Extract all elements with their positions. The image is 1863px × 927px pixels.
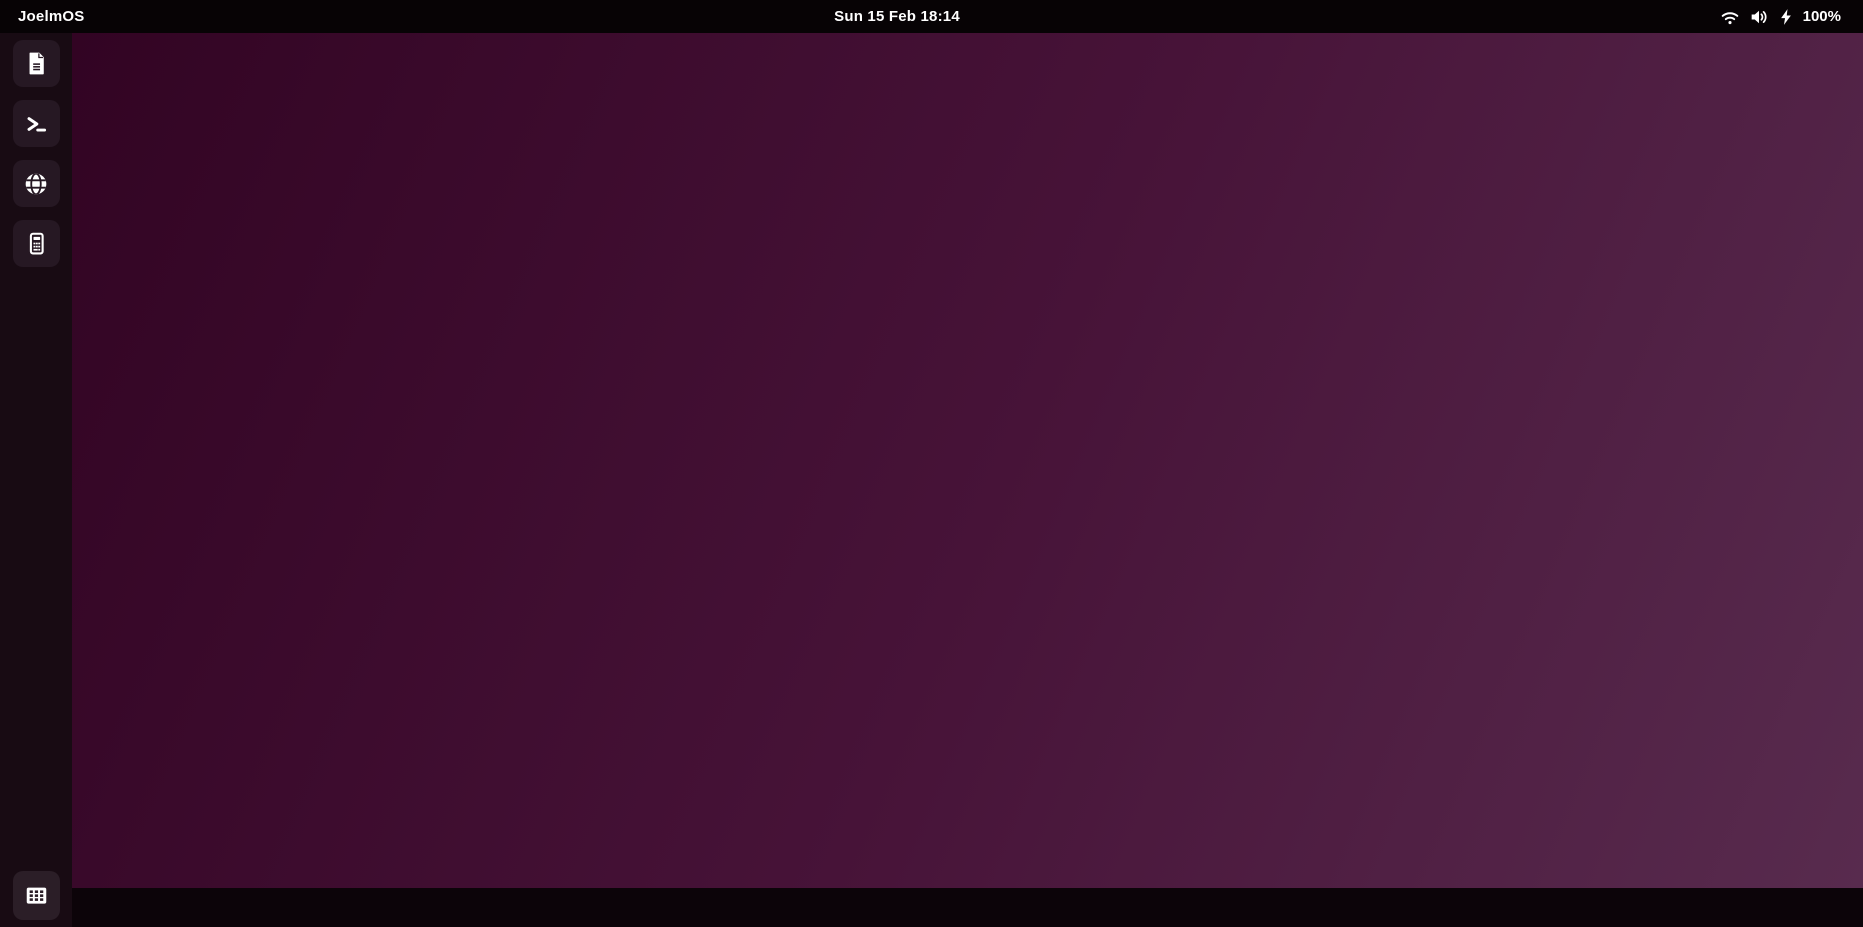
desktop-screen: JoelmOS Sun 15 Feb 18:14 100%	[0, 0, 1863, 927]
battery-percentage: 100%	[1802, 8, 1841, 25]
dock-item-calculator[interactable]	[12, 220, 60, 267]
system-status-area[interactable]: 100%	[1713, 0, 1847, 33]
dock	[0, 33, 72, 927]
calculator-icon	[23, 230, 50, 257]
desktop-wallpaper[interactable]	[72, 33, 1863, 888]
apps-grid-icon	[23, 882, 50, 909]
terminal-icon	[22, 110, 50, 138]
volume-icon	[1748, 6, 1770, 28]
top-bar: JoelmOS Sun 15 Feb 18:14 100%	[0, 0, 1863, 33]
active-app-menu[interactable]: JoelmOS	[18, 0, 84, 33]
wifi-icon	[1719, 6, 1741, 28]
charging-bolt-icon	[1777, 7, 1795, 27]
document-icon	[23, 50, 50, 77]
dock-item-browser[interactable]	[12, 160, 60, 207]
clock-menu[interactable]: Sun 15 Feb 18:14	[824, 0, 970, 33]
dock-item-terminal[interactable]	[12, 100, 60, 147]
dock-item-text-editor[interactable]	[12, 40, 60, 87]
globe-icon	[22, 170, 50, 198]
show-applications-button[interactable]	[13, 871, 60, 920]
bottom-strip	[72, 888, 1863, 927]
